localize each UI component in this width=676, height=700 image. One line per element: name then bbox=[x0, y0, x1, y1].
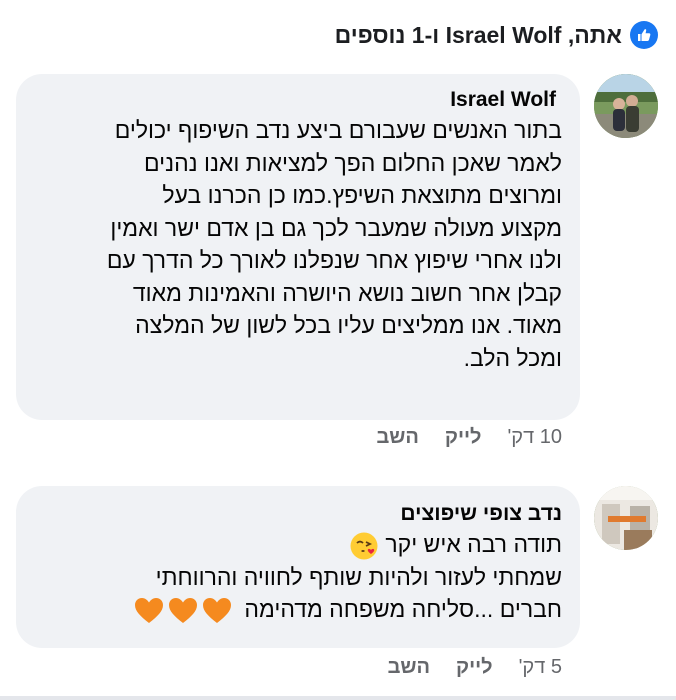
comment-line-text: חברים ...סליחה משפחה מדהימה bbox=[244, 596, 562, 623]
comment-line: חברים ...סליחה משפחה מדהימה bbox=[34, 593, 562, 626]
reactions-summary[interactable]: אתה, Israel Wolf ו-1 נוספים bbox=[18, 18, 658, 52]
comment-text: בתור האנשים שעבורם ביצע נדב השיפוף יכולי… bbox=[34, 114, 562, 374]
comment-bubble: נדב צופי שיפוצים תודה רבה איש יקר שמחתי … bbox=[16, 486, 580, 648]
comment-line: מאוד. אנו ממליצים עליו בכל לשון של המלצה bbox=[135, 312, 562, 338]
comment-line: שמחתי לעזור ולהיות שותף לחוויה והרווחתי bbox=[155, 563, 562, 590]
avatar[interactable] bbox=[594, 74, 658, 138]
comment-text: תודה רבה איש יקר שמחתי לעזור ולהיות שותף… bbox=[34, 528, 562, 626]
face-blowing-kiss-icon bbox=[349, 531, 379, 561]
reply-button[interactable]: השב bbox=[388, 656, 430, 679]
comment-line: לאמר שאכן החלום הפך למציאות ואנו נהנים bbox=[144, 149, 562, 176]
comment-line: ולנו אחרי שיפוץ אחר שנפלנו לאורך כל הדרך… bbox=[106, 247, 562, 273]
orange-heart-icon bbox=[135, 598, 164, 624]
comment-line: ומכל הלב. bbox=[463, 344, 562, 371]
comment-line: ומרוצים מתוצאת השיפץ.כמו כן הכרנו בעל bbox=[162, 182, 562, 208]
comment-author[interactable]: Israel Wolf bbox=[34, 86, 562, 114]
comment-timestamp[interactable]: 10 דק' bbox=[507, 426, 562, 449]
comment-actions: 5 דק' לייק השב bbox=[388, 656, 562, 679]
comment-line: קבלן אחר חשוב נושא היושרה והאמינות מאוד bbox=[132, 279, 562, 306]
comment-bubble: Israel Wolf בתור האנשים שעבורם ביצע נדב … bbox=[16, 74, 580, 420]
hearts-group bbox=[134, 597, 232, 625]
orange-heart-icon bbox=[169, 598, 198, 624]
comment-line: מקצוע מעולה שמעבר לכך גם בן אדם ישר ואמי… bbox=[110, 214, 562, 241]
like-button[interactable]: לייק bbox=[445, 426, 482, 449]
reply-button[interactable]: השב bbox=[376, 426, 418, 449]
like-thumb-icon bbox=[630, 21, 658, 49]
comment-actions: 10 דק' לייק השב bbox=[376, 426, 562, 449]
comment-line-text: תודה רבה איש יקר bbox=[385, 531, 562, 557]
orange-heart-icon bbox=[203, 598, 232, 624]
comment-line: תודה רבה איש יקר bbox=[34, 528, 562, 561]
reactions-text: אתה, Israel Wolf ו-1 נוספים bbox=[334, 21, 622, 48]
comment-line: בתור האנשים שעבורם ביצע נדב השיפוף יכולי… bbox=[114, 117, 562, 143]
divider bbox=[0, 696, 676, 700]
comment-author[interactable]: נדב צופי שיפוצים bbox=[34, 500, 562, 528]
like-button[interactable]: לייק bbox=[456, 656, 493, 679]
avatar[interactable] bbox=[594, 486, 658, 550]
comment-timestamp[interactable]: 5 דק' bbox=[519, 656, 562, 679]
